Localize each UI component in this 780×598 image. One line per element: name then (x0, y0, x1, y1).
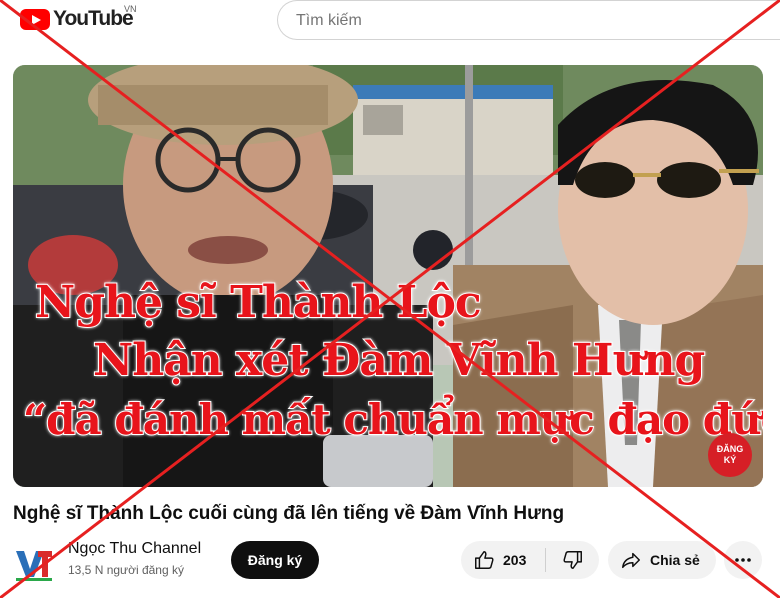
channel-avatar[interactable] (14, 543, 54, 583)
like-icon (475, 551, 494, 569)
subscribe-button[interactable]: Đăng ký (231, 541, 319, 579)
masthead: YouTube VN (0, 0, 780, 48)
video-player[interactable]: Nghệ sĩ Thành Lộc Nhận xét Đàm Vĩnh Hưng… (13, 65, 763, 487)
search-box[interactable] (277, 0, 780, 40)
share-button[interactable]: Chia sẻ (608, 541, 716, 579)
more-icon (735, 558, 751, 562)
like-count: 203 (503, 552, 527, 568)
thumbnail-title-line-2: Nhận xét Đàm Vĩnh Hưng (92, 334, 706, 387)
logo-text: YouTube (53, 7, 134, 30)
like-button[interactable]: 203 (461, 541, 545, 579)
like-dislike-group: 203 (461, 541, 599, 579)
dislike-button[interactable] (546, 541, 599, 579)
vtv-logo-icon (16, 551, 52, 581)
country-code: VN (124, 4, 137, 14)
badge-text-1: ĐĂNG (716, 444, 744, 454)
youtube-logo-icon (20, 8, 50, 30)
youtube-logo[interactable]: YouTube (20, 7, 134, 30)
share-icon (622, 552, 640, 569)
subscriber-count: 13,5 N người đăng ký (68, 563, 184, 577)
badge-text-2: KÝ (723, 455, 737, 465)
search-input[interactable] (296, 10, 756, 32)
channel-name[interactable]: Ngọc Thu Channel (68, 540, 201, 558)
video-title: Nghệ sĩ Thành Lộc cuối cùng đã lên tiếng… (13, 503, 565, 524)
more-actions-button[interactable] (724, 541, 762, 579)
dislike-icon (562, 551, 582, 569)
share-label: Chia sẻ (650, 552, 700, 568)
thumbnail-subscribe-badge: ĐĂNG KÝ (708, 433, 752, 477)
thumbnail-title-line-3: “đã đánh mất chuẩn mực đạo đức” (22, 394, 763, 445)
thumbnail-title-line-1: Nghệ sĩ Thành Lộc (34, 276, 483, 329)
